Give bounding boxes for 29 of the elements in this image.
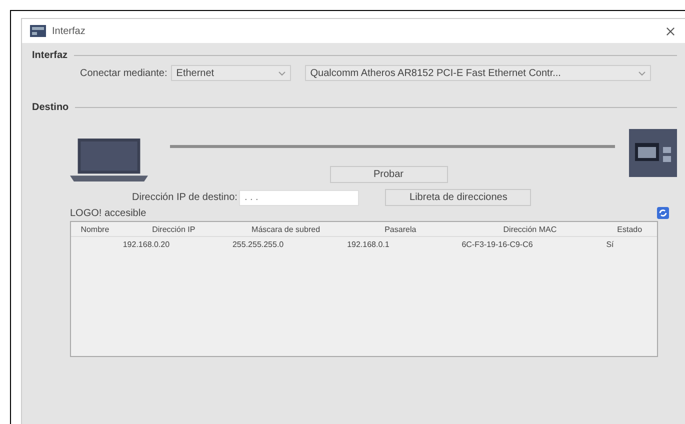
dropdown-caret-icon bbox=[638, 70, 646, 76]
table-cell-text: 6C-F3-19-16-C9-C6 bbox=[460, 240, 534, 248]
accessible-label: LOGO! accesible bbox=[70, 208, 146, 218]
column-header[interactable]: Pasarela bbox=[343, 224, 458, 234]
ip-field[interactable]: . . . bbox=[239, 190, 360, 206]
test-button[interactable]: Probar bbox=[330, 166, 448, 183]
connect-label: Conectar mediante: bbox=[80, 68, 168, 78]
column-header[interactable]: Dirección MAC bbox=[458, 224, 602, 234]
table-cell-text: 192.168.0.20 bbox=[122, 240, 171, 248]
table-cell-text: 255.255.255.0 bbox=[231, 240, 285, 248]
section-title: Destino bbox=[32, 102, 69, 112]
column-header[interactable]: Dirección IP bbox=[118, 224, 228, 234]
column-header[interactable]: Estado bbox=[602, 224, 657, 234]
controller-icon bbox=[629, 129, 677, 177]
connection-dropdown[interactable]: Ethernet bbox=[171, 65, 292, 81]
section-title: Interfaz bbox=[32, 50, 68, 60]
window-title: Interfaz bbox=[52, 26, 86, 36]
dropdown-caret-icon bbox=[278, 70, 286, 76]
table-row[interactable]: 192.168.0.20 255.255.255.0 192.168.0.1 6C-F3-19-16-C9-C6 Sí bbox=[71, 237, 657, 251]
column-header[interactable]: Máscara de subred bbox=[228, 224, 344, 234]
column-header[interactable]: Nombre bbox=[71, 224, 119, 234]
adapter-dropdown[interactable]: Qualcomm Atheros AR8152 PCI-E Fast Ethernet Contr... bbox=[305, 65, 652, 81]
refresh-icon[interactable] bbox=[657, 207, 669, 219]
address-book-button[interactable]: Libreta de direcciones bbox=[385, 189, 532, 206]
table-cell-text: 192.168.0.1 bbox=[346, 240, 390, 248]
table-cell-text: Sí bbox=[605, 240, 615, 248]
laptop-icon bbox=[70, 137, 148, 183]
window-icon bbox=[30, 25, 46, 37]
ip-label: Dirección IP de destino: bbox=[132, 192, 238, 203]
